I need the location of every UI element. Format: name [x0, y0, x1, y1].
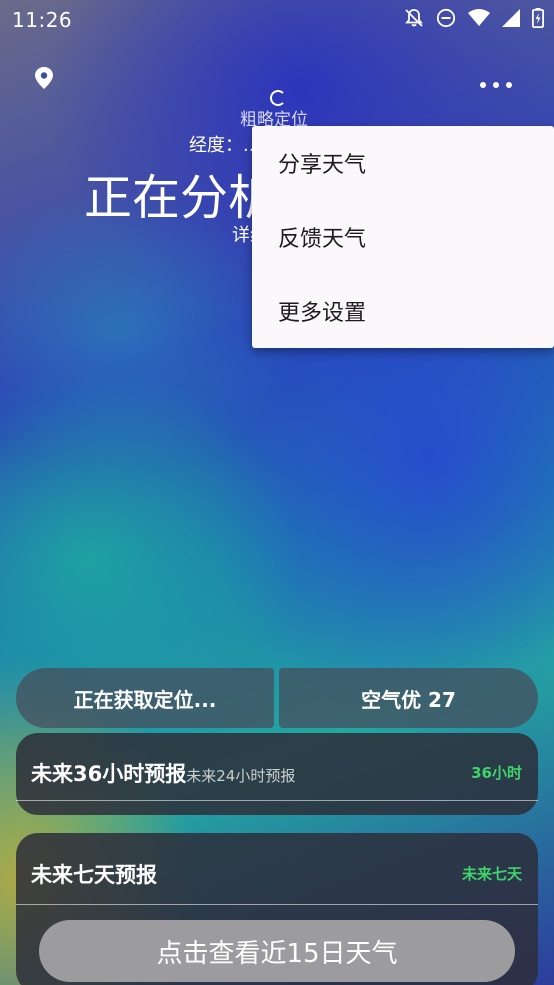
status-time: 11:26: [12, 8, 73, 32]
card-divider: [16, 800, 538, 801]
menu-dot: [493, 82, 499, 88]
longitude-text: 经度：..: [189, 135, 255, 156]
menu-item-more-settings[interactable]: 更多设置: [252, 274, 554, 348]
analysis-status-title: 正在分析: [84, 170, 277, 226]
forecast-7d-title: 未来七天预报: [31, 863, 157, 887]
location-status-pill[interactable]: 正在获取定位...: [16, 668, 274, 728]
forecast-36h-title: 未来36小时预报: [31, 762, 187, 786]
forecast-36h-title-group: 未来36小时预报未来24小时预报: [31, 758, 295, 788]
wifi-icon: [468, 9, 490, 27]
forecast-24h-subtitle: 未来24小时预报: [186, 767, 296, 785]
menu-dot: [480, 82, 486, 88]
notifications-off-icon: [404, 8, 424, 28]
loading-spinner-icon: [270, 90, 286, 106]
more-horizontal-icon[interactable]: [478, 80, 514, 90]
menu-item-feedback-weather[interactable]: 反馈天气: [252, 200, 554, 274]
forecast-36h-tag[interactable]: 36小时: [471, 762, 522, 783]
battery-icon: [532, 8, 544, 28]
weather-screen: 11:26 粗略定位 经度：.. 正在分析 详约 分享天气 反馈天气 更多设置 …: [0, 0, 554, 985]
forecast-36h-card[interactable]: 未来36小时预报未来24小时预报 36小时: [16, 733, 538, 815]
overflow-dropdown-menu: 分享天气 反馈天气 更多设置: [252, 126, 554, 348]
do-not-disturb-icon: [436, 8, 456, 28]
menu-item-share-weather[interactable]: 分享天气: [252, 126, 554, 200]
forecast-7d-tag[interactable]: 未来七天: [462, 863, 522, 884]
view-15-day-weather-button[interactable]: 点击查看近15日天气: [39, 920, 515, 982]
air-quality-pill[interactable]: 空气优 27: [279, 668, 538, 728]
status-icons: [404, 8, 544, 28]
status-bar: 11:26: [0, 0, 554, 38]
location-pin-icon[interactable]: [33, 66, 55, 94]
menu-dot: [506, 82, 512, 88]
signal-icon: [502, 9, 520, 27]
card-divider: [16, 904, 538, 905]
